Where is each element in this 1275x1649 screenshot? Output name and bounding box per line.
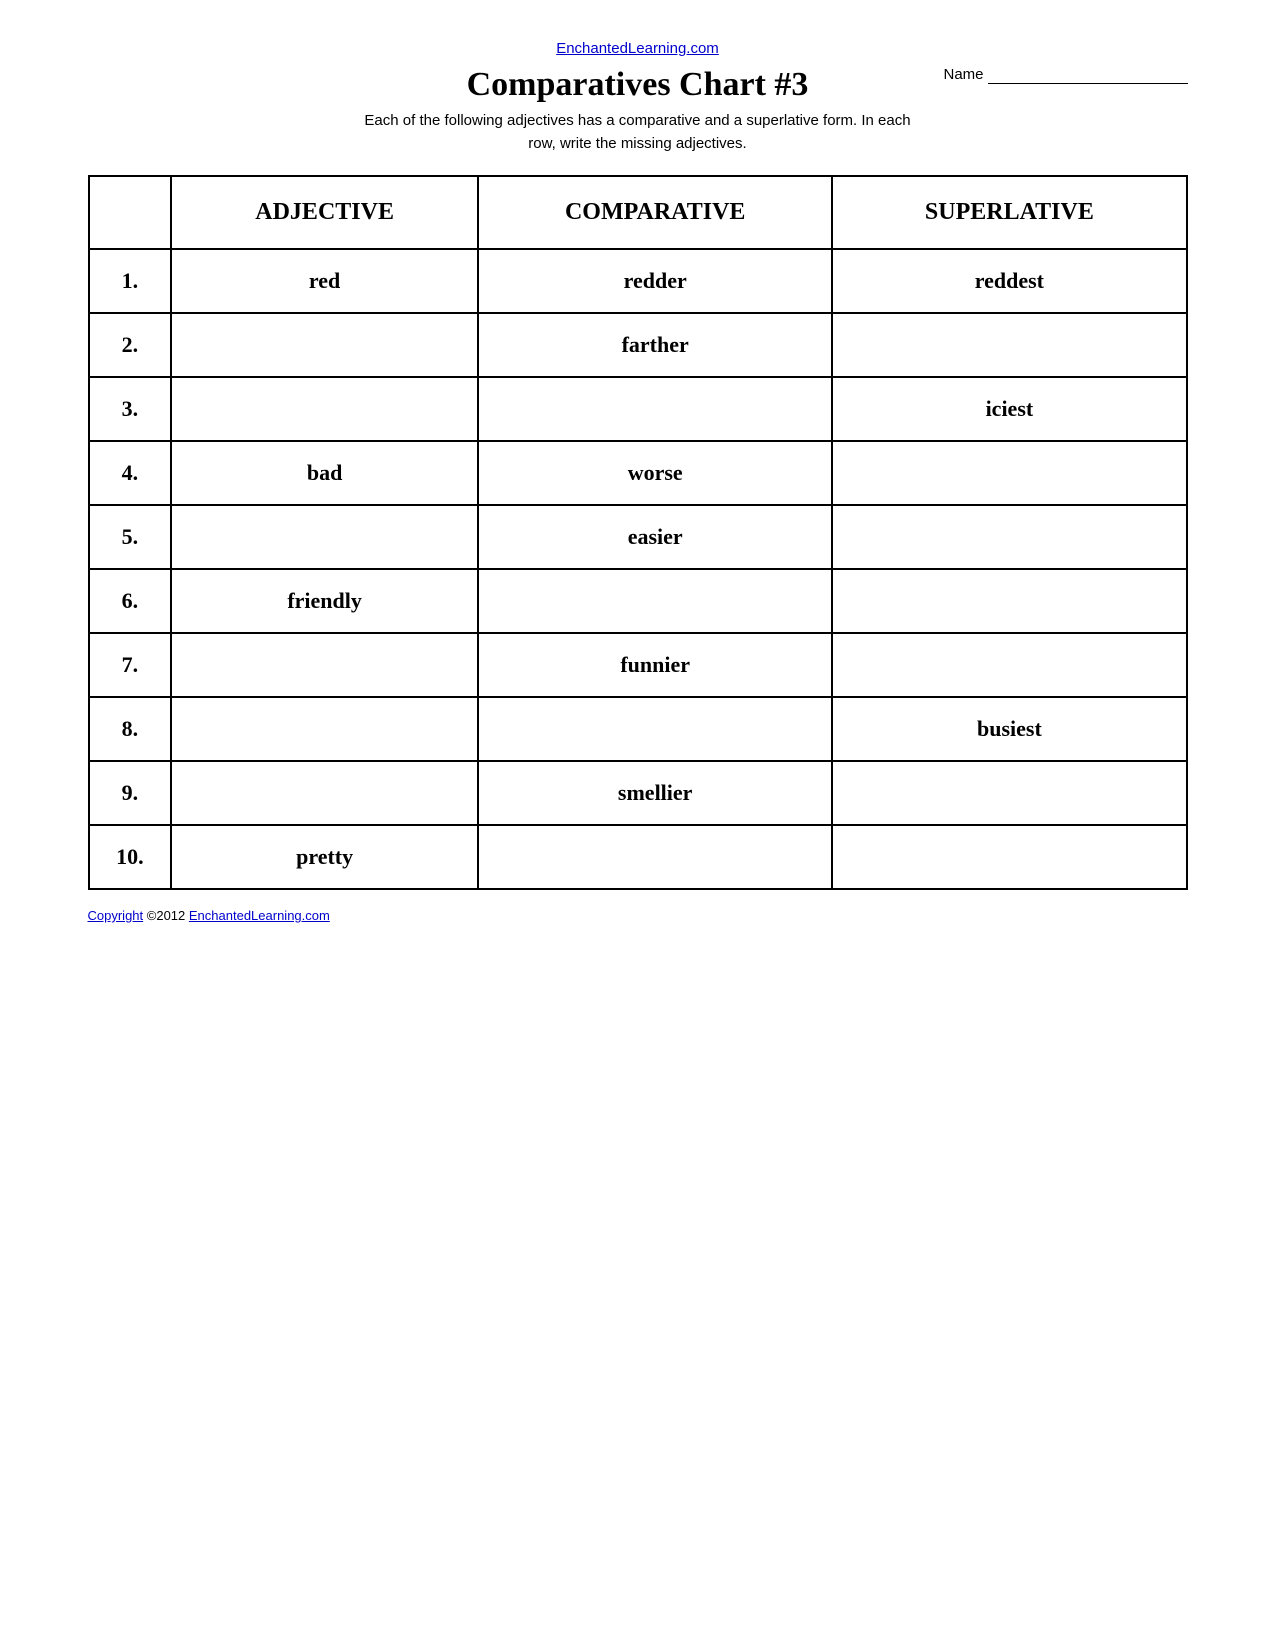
row-number: 2.	[89, 313, 172, 377]
row-number: 3.	[89, 377, 172, 441]
table-row: 5. easier	[89, 505, 1187, 569]
row-number: 7.	[89, 633, 172, 697]
table-row: 9. smellier	[89, 761, 1187, 825]
name-label: Name	[943, 66, 983, 83]
row-superlative	[832, 569, 1186, 633]
table-row: 6.friendly	[89, 569, 1187, 633]
table-row: 1.redredderreddest	[89, 249, 1187, 313]
row-comparative: smellier	[478, 761, 832, 825]
header-adjective: ADJECTIVE	[171, 176, 478, 249]
header-num	[89, 176, 172, 249]
subtitle: Each of the following adjectives has a c…	[88, 110, 1188, 155]
row-number: 8.	[89, 697, 172, 761]
row-number: 1.	[89, 249, 172, 313]
row-number: 5.	[89, 505, 172, 569]
row-adjective: red	[171, 249, 478, 313]
row-superlative: iciest	[832, 377, 1186, 441]
copyright-link[interactable]: Copyright	[88, 908, 144, 923]
row-comparative: redder	[478, 249, 832, 313]
header-comparative: COMPARATIVE	[478, 176, 832, 249]
row-adjective	[171, 377, 478, 441]
row-comparative	[478, 569, 832, 633]
row-adjective	[171, 633, 478, 697]
table-row: 8. busiest	[89, 697, 1187, 761]
row-superlative	[832, 633, 1186, 697]
row-comparative: funnier	[478, 633, 832, 697]
row-superlative: reddest	[832, 249, 1186, 313]
site-link-area: EnchantedLearning.com	[88, 40, 1188, 58]
copyright-year: ©2012	[147, 908, 189, 923]
copyright-bar: Copyright ©2012 EnchantedLearning.com	[88, 908, 1188, 923]
site-link[interactable]: EnchantedLearning.com	[556, 40, 719, 57]
row-comparative	[478, 825, 832, 889]
table-row: 7. funnier	[89, 633, 1187, 697]
row-comparative: easier	[478, 505, 832, 569]
row-number: 9.	[89, 761, 172, 825]
table-row: 3. iciest	[89, 377, 1187, 441]
name-underline[interactable]	[988, 66, 1188, 84]
row-adjective: pretty	[171, 825, 478, 889]
row-comparative: farther	[478, 313, 832, 377]
header-area: EnchantedLearning.com Comparatives Chart…	[88, 40, 1188, 155]
row-adjective	[171, 697, 478, 761]
comparatives-table: ADJECTIVE COMPARATIVE SUPERLATIVE 1.redr…	[88, 175, 1188, 890]
row-superlative	[832, 761, 1186, 825]
row-comparative	[478, 697, 832, 761]
row-number: 4.	[89, 441, 172, 505]
row-comparative: worse	[478, 441, 832, 505]
table-header-row: ADJECTIVE COMPARATIVE SUPERLATIVE	[89, 176, 1187, 249]
row-superlative: busiest	[832, 697, 1186, 761]
row-number: 10.	[89, 825, 172, 889]
row-comparative	[478, 377, 832, 441]
footer-site-link[interactable]: EnchantedLearning.com	[189, 908, 330, 923]
row-adjective	[171, 505, 478, 569]
table-row: 2. farther	[89, 313, 1187, 377]
row-adjective	[171, 313, 478, 377]
row-superlative	[832, 505, 1186, 569]
row-number: 6.	[89, 569, 172, 633]
row-superlative	[832, 825, 1186, 889]
table-row: 4.badworse	[89, 441, 1187, 505]
row-adjective	[171, 761, 478, 825]
row-adjective: bad	[171, 441, 478, 505]
row-superlative	[832, 441, 1186, 505]
page-container: EnchantedLearning.com Comparatives Chart…	[88, 40, 1188, 923]
row-superlative	[832, 313, 1186, 377]
row-adjective: friendly	[171, 569, 478, 633]
header-superlative: SUPERLATIVE	[832, 176, 1186, 249]
table-row: 10.pretty	[89, 825, 1187, 889]
name-field-area: Name	[943, 66, 1187, 84]
